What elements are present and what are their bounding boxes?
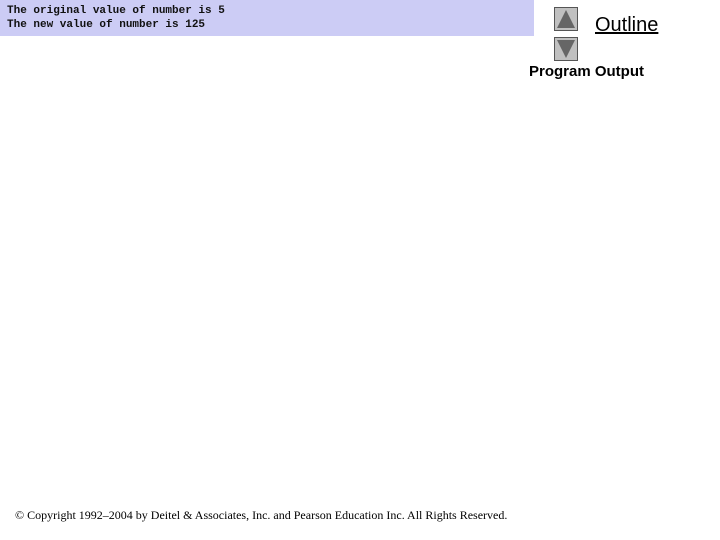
output-line: The new value of number is 125 — [7, 19, 206, 31]
copyright-notice: © Copyright 1992–2004 by Deitel & Associ… — [15, 508, 508, 522]
section-label: Program Output — [529, 63, 644, 80]
output-line: The original value of number is 5 — [7, 5, 225, 17]
program-output-panel: The original value of number is 5 The ne… — [0, 0, 534, 36]
next-slide-button[interactable] — [554, 37, 578, 61]
triangle-up-icon — [557, 10, 575, 28]
previous-slide-button[interactable] — [554, 7, 578, 31]
outline-link[interactable]: Outline — [595, 14, 658, 37]
triangle-down-icon — [557, 40, 575, 58]
